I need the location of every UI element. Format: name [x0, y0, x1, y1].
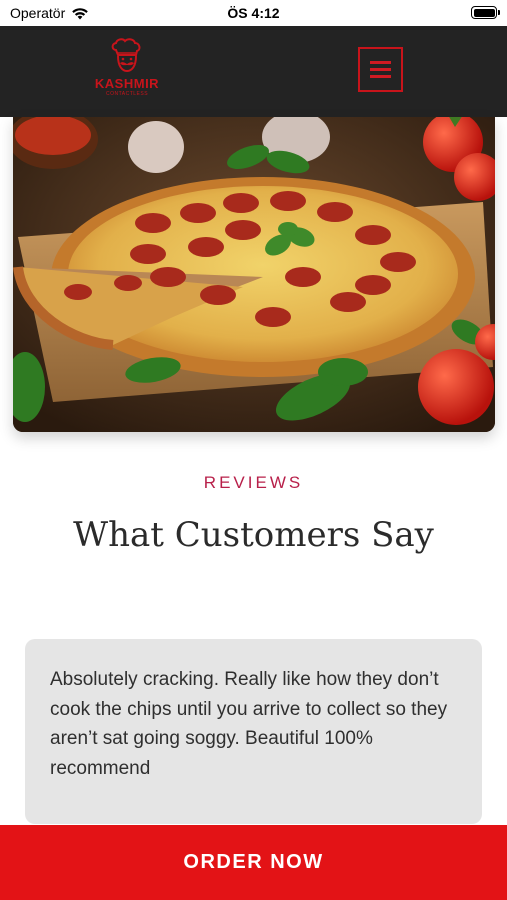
menu-line — [370, 75, 391, 78]
battery-icon — [471, 6, 500, 19]
chef-icon — [111, 38, 141, 73]
review-card: Absolutely cracking. Really like how the… — [25, 639, 482, 824]
logo-subtext: CONTACTLESS — [105, 91, 149, 97]
menu-line — [370, 61, 391, 64]
logo-text: KASHMIR — [94, 76, 160, 91]
reviews-title: What Customers Say — [73, 515, 434, 555]
hamburger-menu-button[interactable] — [358, 47, 403, 92]
menu-line — [370, 68, 391, 71]
app-header: KASHMIR CONTACTLESS — [0, 26, 507, 117]
status-time: ÖS 4:12 — [227, 5, 280, 21]
pepperoni-pizza-image — [13, 117, 495, 432]
reviews-eyebrow: REVIEWS — [203, 473, 304, 492]
order-now-button[interactable]: ORDER NOW — [0, 825, 507, 900]
review-text: Absolutely cracking. Really like how the… — [50, 669, 448, 779]
status-bar: Operatör ÖS 4:12 — [0, 0, 507, 26]
kashmir-logo[interactable]: KASHMIR CONTACTLESS — [94, 36, 160, 102]
